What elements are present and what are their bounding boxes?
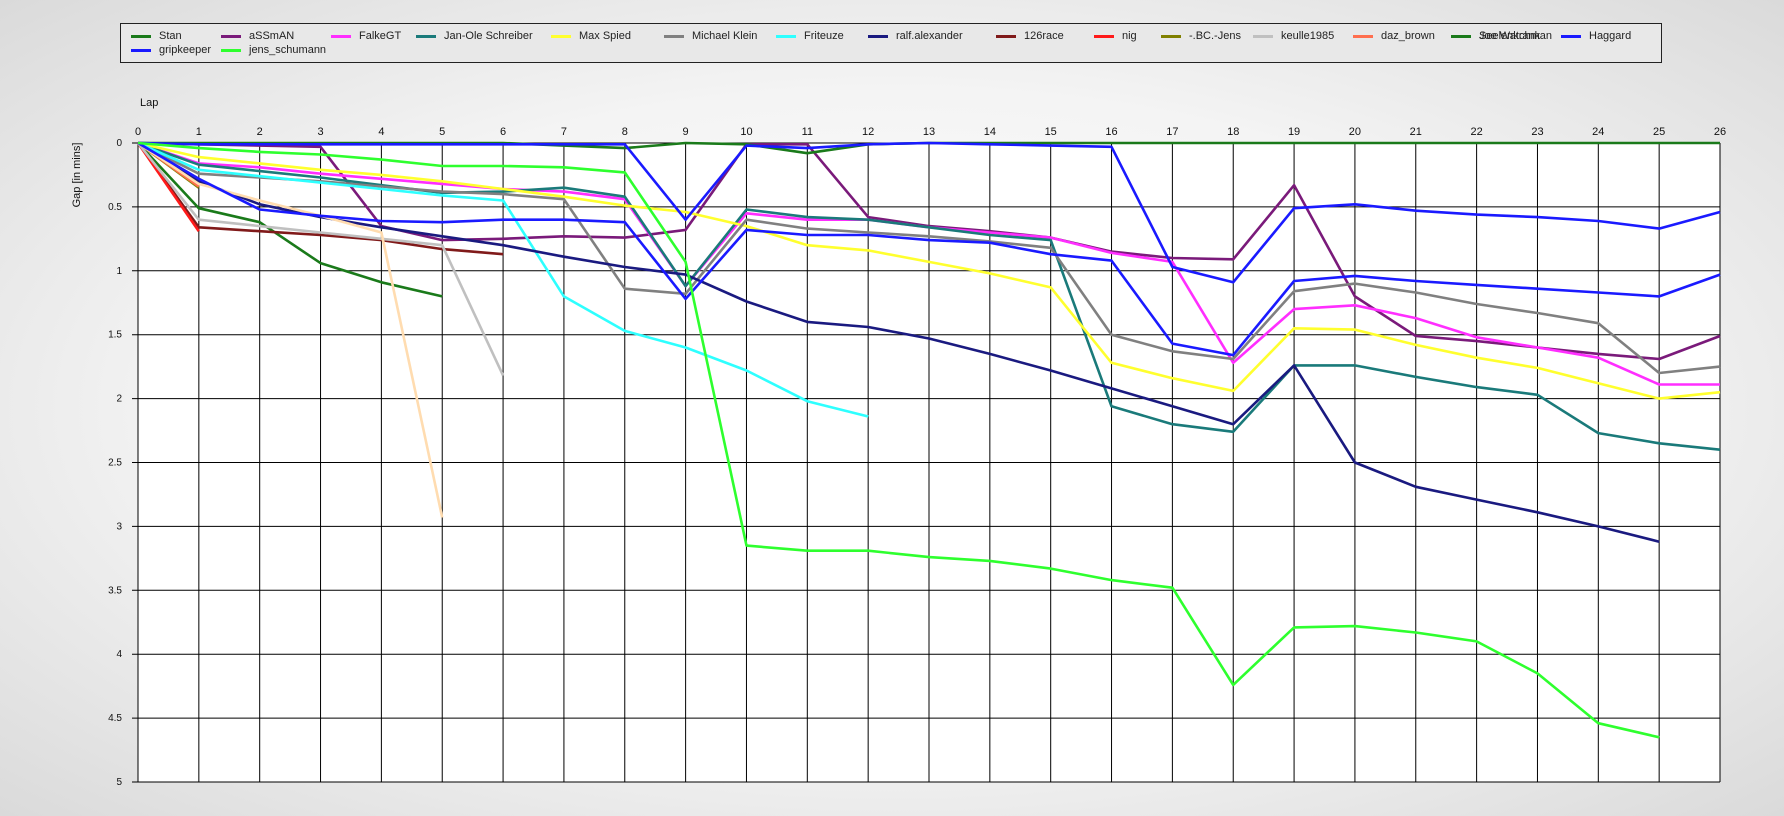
x-tick-label: 8	[622, 126, 628, 138]
x-tick-label: 17	[1166, 126, 1178, 138]
legend-label: gripkeeper	[159, 44, 211, 56]
legend-label: Stan	[159, 30, 182, 42]
legend-swatch	[1451, 35, 1471, 38]
legend-swatch	[416, 35, 436, 38]
legend-label: Seelenkrank	[1479, 30, 1541, 42]
x-tick-label: 24	[1592, 126, 1604, 138]
y-axis-label: Gap [in mins]	[71, 143, 83, 208]
x-tick-label: 23	[1531, 126, 1543, 138]
x-tick-label: 4	[378, 126, 384, 138]
x-tick-label: 6	[500, 126, 506, 138]
x-tick-label: 21	[1410, 126, 1422, 138]
x-tick-label: 25	[1653, 126, 1665, 138]
legend-label: daz_brown	[1381, 30, 1435, 42]
legend-swatch	[1161, 35, 1181, 38]
y-tick-label: 2	[116, 394, 122, 405]
legend-label: 126race	[1024, 30, 1064, 42]
legend-label: keulle1985	[1281, 30, 1335, 42]
line-chart: 0 1 2 3 4 5 6 7 8 9 10 11 12 13 14 15 16 17 18 19 20 21 22 23 24…	[71, 97, 1726, 788]
x-axis-label: Lap	[140, 97, 158, 109]
legend-label: Haggard	[1589, 30, 1632, 42]
legend-label: Friteuze	[804, 30, 844, 42]
legend-label: -.BC.-Jens	[1189, 30, 1241, 42]
legend-swatch	[996, 35, 1016, 38]
legend-swatch	[551, 35, 571, 38]
x-tick-label: 16	[1105, 126, 1117, 138]
legend-swatch	[221, 35, 241, 38]
legend-swatch	[1253, 35, 1273, 38]
x-tick-label: 13	[923, 126, 935, 138]
x-tick-label: 22	[1470, 126, 1482, 138]
legend-swatch	[868, 35, 888, 38]
legend-label: Max Spied	[579, 30, 631, 42]
legend-swatch	[664, 35, 684, 38]
y-tick-label: 5	[116, 777, 122, 788]
x-tick-label: 7	[561, 126, 567, 138]
y-tick-label: 4	[116, 649, 122, 660]
legend-swatch	[1353, 35, 1373, 38]
legend-swatch	[776, 35, 796, 38]
legend-label: nig	[1122, 30, 1137, 42]
legend-swatch	[331, 35, 351, 38]
legend-swatch	[131, 49, 151, 52]
y-tick-label: 3.5	[108, 585, 122, 596]
y-tick-label: 2.5	[108, 458, 122, 469]
x-tick-label: 11	[802, 126, 813, 138]
x-tick-label: 1	[196, 126, 202, 138]
x-tick-label: 5	[439, 126, 445, 138]
legend-label: jens_schumann	[249, 44, 327, 56]
x-tick-label: 26	[1714, 126, 1726, 138]
x-tick-label: 19	[1288, 126, 1300, 138]
x-tick-label: 20	[1349, 126, 1361, 138]
legend-label: aSSmAN	[249, 30, 295, 42]
x-tick-label: 2	[257, 126, 263, 138]
legend-label: Michael Klein	[692, 30, 758, 42]
x-tick-label: 0	[135, 126, 141, 138]
legend-swatch	[221, 49, 241, 52]
y-tick-label: 4.5	[108, 713, 122, 724]
x-tick-label: 10	[740, 126, 752, 138]
legend-swatch	[1094, 35, 1114, 38]
y-tick-label: 1	[116, 266, 122, 277]
y-tick-label: 3	[116, 521, 122, 532]
legend-label: ralf.alexander	[896, 30, 963, 42]
legend-swatch	[131, 35, 151, 38]
y-tick-label: 0.5	[108, 202, 122, 213]
legend-label: FalkeGT	[359, 30, 402, 42]
y-tick-label: 1.5	[108, 330, 122, 341]
x-tick-label: 3	[317, 126, 323, 138]
legend-label: Jan-Ole Schreiber	[444, 30, 533, 42]
y-tick-label: 0	[116, 138, 122, 149]
x-tick-label: 14	[984, 126, 996, 138]
legend-swatch	[1561, 35, 1581, 38]
chart-legend: Stan aSSmAN FalkeGT Jan-Ole Schreiber Max Sp…	[120, 23, 1662, 63]
x-tick-label: 15	[1045, 126, 1057, 138]
x-tick-label: 18	[1227, 126, 1239, 138]
x-tick-label: 9	[683, 126, 689, 138]
x-tick-label: 12	[862, 126, 874, 138]
